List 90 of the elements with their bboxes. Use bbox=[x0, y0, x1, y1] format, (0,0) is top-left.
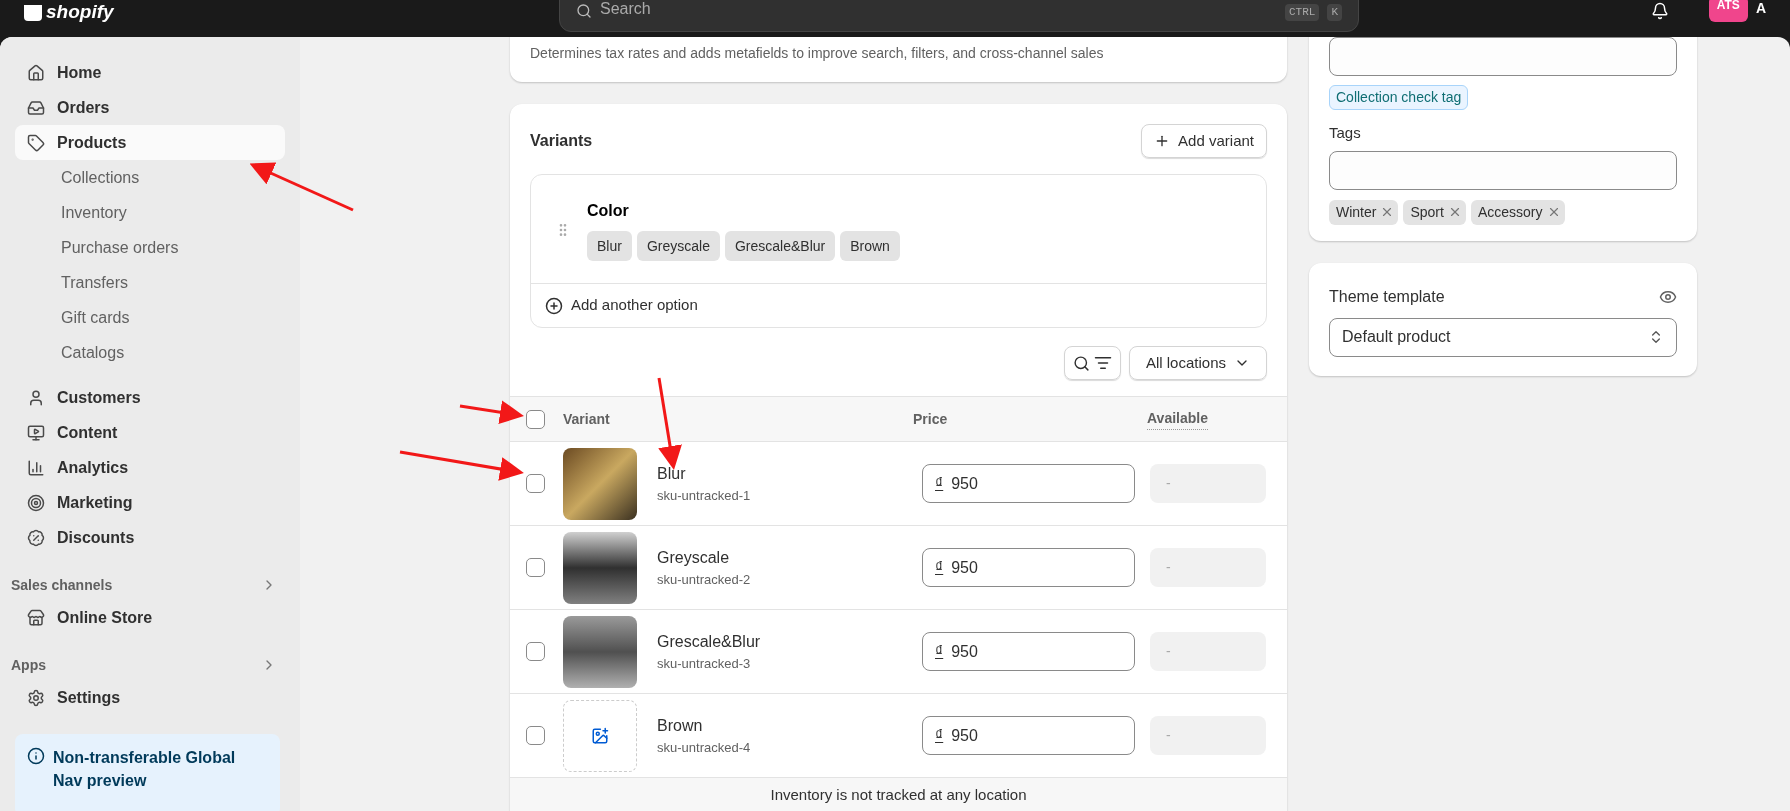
checkbox[interactable] bbox=[526, 642, 545, 661]
field-label: Theme template bbox=[1329, 286, 1445, 307]
column-header: Variant bbox=[563, 409, 611, 429]
theme-select[interactable]: Default product bbox=[1329, 317, 1677, 357]
option-value: Grescale&Blur bbox=[724, 231, 836, 261]
section-title: Sales channels bbox=[11, 575, 113, 595]
nav-item[interactable]: Settings bbox=[15, 686, 285, 710]
nav-item[interactable]: Products bbox=[15, 125, 285, 160]
nav-item[interactable]: Content bbox=[15, 415, 285, 450]
column-header: Price bbox=[913, 409, 949, 429]
tag-chip: Winter bbox=[1329, 199, 1399, 225]
section-title: Apps bbox=[11, 655, 46, 675]
logo: shopify bbox=[46, 0, 114, 25]
nav-subitem[interactable]: Transfers bbox=[15, 265, 285, 300]
price-field[interactable]: ₫ 950 bbox=[922, 632, 1135, 671]
available-field: - bbox=[1150, 716, 1266, 755]
info-icon bbox=[27, 747, 45, 765]
category-description: Determines tax rates and adds metafields to improve search, filters, and cross-channel sales bbox=[530, 44, 1105, 63]
variant-sku: sku-untracked-4 bbox=[657, 738, 752, 757]
collection-tag: Collection check tag bbox=[1329, 85, 1469, 110]
option-value: Blur bbox=[587, 231, 632, 261]
variant-name[interactable]: Greyscale bbox=[657, 545, 922, 570]
price-field[interactable]: ₫ 950 bbox=[922, 464, 1135, 503]
card-title: Variants bbox=[530, 131, 593, 151]
nav-subitem[interactable]: Purchase orders bbox=[15, 230, 285, 265]
nav-subitem[interactable]: Gift cards bbox=[15, 300, 285, 335]
home-icon bbox=[27, 63, 45, 82]
shortcut-key: K bbox=[1327, 4, 1342, 21]
plus-circle-icon bbox=[545, 296, 563, 315]
nav-subitem[interactable]: Inventory bbox=[15, 195, 285, 230]
checkbox[interactable] bbox=[526, 726, 545, 745]
variant-name[interactable]: Grescale&Blur bbox=[657, 629, 922, 654]
notification-icon[interactable] bbox=[1650, 1, 1669, 20]
avatar[interactable]: ATS bbox=[1708, 0, 1748, 22]
filter-icon bbox=[1093, 354, 1112, 372]
option-value: Greyscale bbox=[636, 231, 720, 261]
shortcut-key: CTRL bbox=[1285, 4, 1320, 21]
person-icon bbox=[27, 388, 45, 407]
search-icon bbox=[1072, 354, 1090, 372]
add-image-icon bbox=[591, 726, 609, 745]
inbox-icon bbox=[27, 98, 45, 117]
tag-chip: Sport bbox=[1403, 199, 1466, 225]
variant-name[interactable]: Brown bbox=[657, 713, 922, 738]
tag-icon bbox=[27, 133, 45, 152]
collections-field[interactable] bbox=[1329, 37, 1677, 76]
tag-chip: Accessory bbox=[1470, 199, 1565, 225]
option-name: Color bbox=[587, 201, 630, 221]
checkbox[interactable] bbox=[526, 474, 545, 493]
price-field[interactable]: ₫ 950 bbox=[922, 716, 1135, 755]
nav-subitem[interactable]: Collections bbox=[15, 160, 285, 195]
checkbox[interactable] bbox=[526, 558, 545, 577]
add-variant-button[interactable]: Add variant bbox=[1141, 124, 1267, 158]
nav-item[interactable]: Marketing bbox=[15, 485, 285, 520]
nav-item[interactable]: Orders bbox=[15, 90, 285, 125]
search-field[interactable]: Search CTRL K bbox=[559, 0, 1359, 32]
nav-item[interactable]: Discounts bbox=[15, 520, 285, 555]
column-header: Available bbox=[1147, 408, 1208, 430]
inventory-note: Inventory is not tracked at any location bbox=[510, 778, 1287, 811]
nav-item[interactable]: Home bbox=[15, 55, 285, 90]
location-dropdown[interactable]: All locations bbox=[1128, 346, 1267, 380]
price-field[interactable]: ₫ 950 bbox=[922, 548, 1135, 587]
account-name[interactable]: A bbox=[1755, 0, 1766, 19]
bag-icon bbox=[24, 4, 42, 21]
badge-icon bbox=[27, 528, 45, 547]
search-filter-button[interactable] bbox=[1063, 346, 1121, 380]
available-field: - bbox=[1150, 632, 1266, 671]
available-field: - bbox=[1150, 464, 1266, 503]
field-label: Tags bbox=[1329, 123, 1362, 143]
monitor-icon bbox=[27, 423, 45, 442]
variant-sku: sku-untracked-1 bbox=[657, 486, 752, 505]
search-icon bbox=[576, 2, 592, 19]
preview-banner: Non-transferable Global Nav preview bbox=[15, 734, 280, 811]
add-option-link[interactable]: Add another option bbox=[531, 283, 1266, 327]
nav-item[interactable]: Analytics bbox=[15, 450, 285, 485]
nav-subitem[interactable]: Catalogs bbox=[15, 335, 285, 370]
image-upload-area[interactable] bbox=[563, 699, 637, 772]
variant-name[interactable]: Blur bbox=[657, 461, 922, 486]
checkbox[interactable] bbox=[526, 409, 545, 429]
bar-chart-icon bbox=[27, 458, 45, 477]
nav-item[interactable]: Online Store bbox=[15, 600, 285, 635]
store-icon bbox=[27, 608, 45, 627]
tags-field[interactable] bbox=[1329, 150, 1677, 190]
settings-icon bbox=[27, 689, 45, 707]
available-field: - bbox=[1150, 548, 1266, 587]
option-value: Brown bbox=[840, 231, 900, 261]
variant-sku: sku-untracked-3 bbox=[657, 654, 752, 673]
nav-item[interactable]: Customers bbox=[15, 380, 285, 415]
target-icon bbox=[27, 493, 45, 512]
annotation-arrow bbox=[459, 400, 524, 425]
variant-sku: sku-untracked-2 bbox=[657, 570, 752, 589]
